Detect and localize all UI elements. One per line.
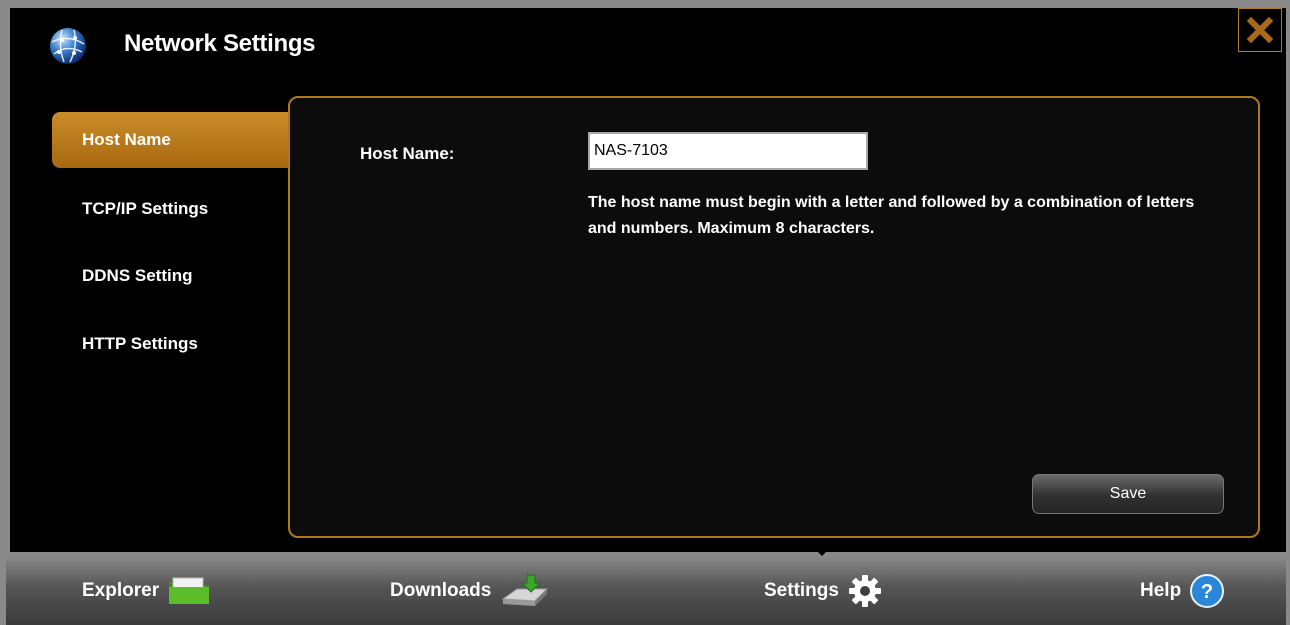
sidebar-item-label: DDNS Setting bbox=[82, 266, 193, 285]
host-name-panel: Host Name: The host name must begin with… bbox=[288, 96, 1260, 538]
taskbar: Explorer Downloads Settings Help ? bbox=[6, 556, 1286, 625]
window-title: Network Settings bbox=[124, 30, 316, 57]
network-settings-window: Network Settings Host Name TCP/IP Settin… bbox=[10, 8, 1286, 552]
close-icon bbox=[1247, 17, 1273, 43]
help-icon: ? bbox=[1190, 574, 1225, 608]
sidebar-item-label: TCP/IP Settings bbox=[82, 199, 209, 218]
taskbar-item-label: Help bbox=[1140, 580, 1182, 601]
sidebar-item-ddns-setting[interactable]: DDNS Setting bbox=[52, 248, 290, 304]
host-name-hint: The host name must begin with a letter a… bbox=[588, 194, 1195, 237]
taskbar-help[interactable]: Help ? bbox=[1140, 570, 1225, 612]
folder-icon bbox=[169, 577, 210, 604]
sidebar-item-label: Host Name bbox=[82, 130, 171, 149]
taskbar-settings[interactable]: Settings bbox=[764, 570, 883, 612]
host-name-input[interactable] bbox=[588, 132, 868, 170]
sidebar-item-label: HTTP Settings bbox=[82, 334, 198, 353]
host-name-label: Host Name: bbox=[360, 144, 455, 163]
save-button[interactable]: Save bbox=[1032, 474, 1224, 514]
taskbar-item-label: Downloads bbox=[390, 580, 492, 601]
sidebar-item-host-name[interactable]: Host Name bbox=[52, 112, 290, 168]
close-button[interactable] bbox=[1238, 8, 1282, 52]
sidebar-item-http-settings[interactable]: HTTP Settings bbox=[52, 316, 290, 372]
globe-network-icon bbox=[50, 28, 86, 64]
gear-icon bbox=[848, 575, 881, 607]
download-drive-icon bbox=[501, 574, 549, 606]
taskbar-item-label: Explorer bbox=[82, 580, 160, 601]
sidebar-item-tcpip-settings[interactable]: TCP/IP Settings bbox=[52, 181, 290, 237]
svg-text:?: ? bbox=[1201, 581, 1213, 603]
taskbar-item-label: Settings bbox=[764, 580, 839, 601]
active-tab-pointer bbox=[810, 544, 834, 556]
taskbar-explorer[interactable]: Explorer bbox=[82, 570, 211, 612]
taskbar-downloads[interactable]: Downloads bbox=[390, 570, 551, 612]
